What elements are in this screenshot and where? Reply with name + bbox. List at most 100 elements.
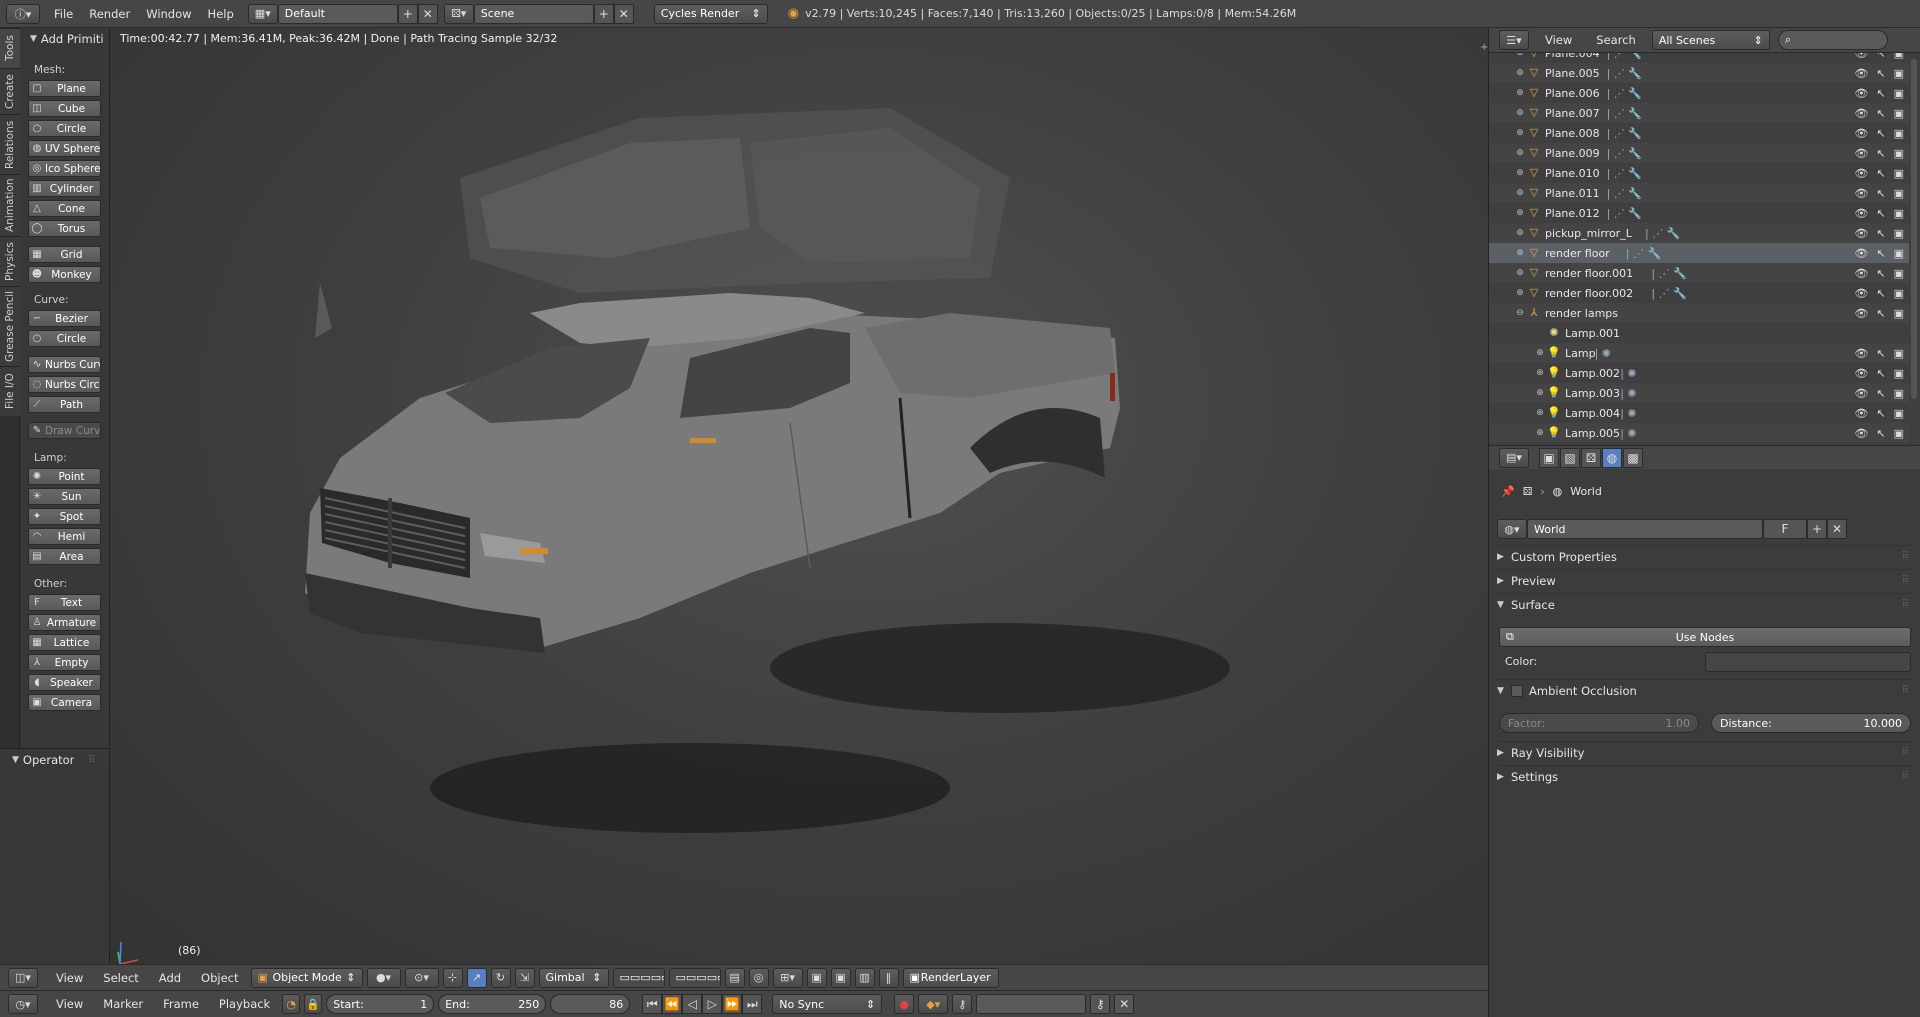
end-frame-field[interactable]: End: 250 xyxy=(438,994,547,1014)
next-keyframe-button[interactable]: ⏩ xyxy=(722,994,743,1014)
render-camera-icon[interactable]: ▣ xyxy=(1894,407,1904,420)
transform-orientation-dropdown[interactable]: Gimbal ⇕ xyxy=(538,967,609,988)
outliner-item-name[interactable]: Lamp.002 xyxy=(1565,367,1620,380)
lock-range-toggle[interactable]: 🔒 xyxy=(304,994,323,1014)
eye-icon[interactable]: 👁 xyxy=(1854,167,1868,180)
current-frame-field[interactable]: 86 xyxy=(550,994,631,1014)
outliner-item-name[interactable]: Lamp.001 xyxy=(1565,327,1620,340)
layers-grid-2[interactable]: ▭▭▭▭▭ xyxy=(668,967,721,988)
add-empty-button[interactable]: ⅄ Empty xyxy=(28,654,101,671)
world-tab[interactable]: ◍ xyxy=(1602,447,1622,468)
outliner-item-name[interactable]: Plane.007 xyxy=(1545,107,1600,120)
outliner-scrollbar[interactable] xyxy=(1911,59,1917,399)
add-cylinder-button[interactable]: ▥ Cylinder xyxy=(28,180,101,197)
expand-toggle-icon[interactable]: ⊕ xyxy=(1535,388,1545,398)
add-torus-button[interactable]: ◯ Torus xyxy=(28,220,101,237)
eye-icon[interactable]: 👁 xyxy=(1854,147,1868,160)
collapse-toggle-icon[interactable]: ⊖ xyxy=(1515,308,1525,318)
use-nodes-button[interactable]: ⧉ Use Nodes xyxy=(1499,627,1911,647)
custom-properties-panel[interactable]: ▶ Custom Properties ⠿ xyxy=(1497,545,1913,567)
render-camera-icon[interactable]: ▣ xyxy=(1894,107,1904,120)
add-path-button[interactable]: ⟋ Path xyxy=(28,396,101,413)
render-camera-icon[interactable]: ▣ xyxy=(1894,147,1904,160)
outliner-row[interactable]: ⊕ ▽ Plane.007 | ⋰ 🔧 👁 ↖ ▣ xyxy=(1489,103,1909,123)
play-reverse-button[interactable]: ◁ xyxy=(682,994,703,1014)
add-sun-lamp-button[interactable]: ☀ Sun xyxy=(28,488,101,505)
mode-dropdown[interactable]: ▣ Object Mode ⇕ xyxy=(250,967,363,988)
outliner-row[interactable]: ⊕ ▽ Plane.011 | ⋰ 🔧 👁 ↖ ▣ xyxy=(1489,183,1909,203)
tab-tools[interactable]: Tools xyxy=(0,28,20,68)
drag-grip-icon[interactable]: ⠿ xyxy=(88,755,95,766)
outliner-row[interactable]: ⊕ 💡 Lamp.005 | ✺ 👁 ↖ ▣ xyxy=(1489,423,1909,443)
select-arrow-icon[interactable]: ↖ xyxy=(1876,53,1885,60)
outliner-item-name[interactable]: Plane.005 xyxy=(1545,67,1600,80)
render-engine-dropdown[interactable]: Cycles Render ⇕ xyxy=(653,3,768,24)
mesh-data-wrench-icon[interactable]: | ⋰ 🔧 xyxy=(1607,87,1642,100)
editor-type-3d-button[interactable]: ◫▾ xyxy=(8,967,38,988)
tab-relations[interactable]: Relations xyxy=(0,114,20,174)
outliner-item-name[interactable]: Plane.008 xyxy=(1545,127,1600,140)
eye-icon[interactable]: 👁 xyxy=(1854,247,1868,260)
mesh-data-wrench-icon[interactable]: | ⋰ 🔧 xyxy=(1607,147,1642,160)
outliner-item-name[interactable]: Lamp.003 xyxy=(1565,387,1620,400)
opengl-render-button[interactable]: ▣ xyxy=(830,967,851,988)
outliner-item-name[interactable]: Plane.011 xyxy=(1545,187,1600,200)
menu-frame[interactable]: Frame xyxy=(155,997,207,1011)
expand-toggle-icon[interactable]: ⊕ xyxy=(1515,68,1525,78)
layers-grid-1[interactable]: ▭▭▭▭▭ xyxy=(612,967,665,988)
add-armature-button[interactable]: ♙ Armature xyxy=(28,614,101,631)
render-camera-icon[interactable]: ▣ xyxy=(1894,207,1904,220)
expand-toggle-icon[interactable]: ⊕ xyxy=(1515,188,1525,198)
rotate-toggle[interactable]: ↻ xyxy=(490,967,511,988)
add-speaker-button[interactable]: ◖ Speaker xyxy=(28,674,101,691)
add-ico-sphere-button[interactable]: ◎ Ico Sphere xyxy=(28,160,101,177)
preview-range-toggle[interactable]: ◔ xyxy=(282,994,301,1014)
snap-target-button[interactable]: ▣ xyxy=(806,967,827,988)
snap-element-button[interactable]: ⊞▾ xyxy=(772,967,803,988)
eye-icon[interactable]: 👁 xyxy=(1854,207,1868,220)
eye-icon[interactable]: 👁 xyxy=(1854,307,1868,320)
editor-type-timeline-button[interactable]: ◷▾ xyxy=(8,994,38,1014)
drag-grip-icon[interactable]: ⠿ xyxy=(1902,747,1909,758)
tab-animation[interactable]: Animation xyxy=(0,174,20,236)
outliner-row[interactable]: ⊖ ⅄ render lamps 👁 ↖ ▣ xyxy=(1489,303,1909,323)
outliner-search-input[interactable]: ⌕ xyxy=(1777,30,1888,50)
expand-toggle-icon[interactable]: ⊕ xyxy=(1515,228,1525,238)
menu-view[interactable]: View xyxy=(48,997,91,1011)
select-arrow-icon[interactable]: ↖ xyxy=(1876,407,1885,420)
texture-tab[interactable]: ▩ xyxy=(1623,447,1643,468)
select-arrow-icon[interactable]: ↖ xyxy=(1876,227,1885,240)
eye-icon[interactable]: 👁 xyxy=(1854,347,1868,360)
add-bezier-button[interactable]: ∽ Bezier xyxy=(28,310,101,327)
lamp-data-icon[interactable]: | ✺ xyxy=(1620,427,1636,440)
editor-type-outliner-button[interactable]: ☰▾ xyxy=(1499,30,1529,50)
outliner-menu-view[interactable]: View xyxy=(1537,33,1580,47)
add-monkey-button[interactable]: ☻ Monkey xyxy=(28,266,101,283)
layout-browse-button[interactable]: ▦▾ xyxy=(247,3,278,24)
3d-viewport[interactable]: Time:00:42.77 | Mem:36.41M, Peak:36.42M … xyxy=(110,28,1488,964)
select-arrow-icon[interactable]: ↖ xyxy=(1876,247,1885,260)
eye-icon[interactable]: 👁 xyxy=(1854,227,1868,240)
outliner-row[interactable]: ⊕ ▽ pickup_mirror_L | ⋰ 🔧 👁 ↖ ▣ xyxy=(1489,223,1909,243)
add-area-lamp-button[interactable]: ▤ Area xyxy=(28,548,101,565)
outliner-item-name[interactable]: render lamps xyxy=(1545,307,1618,320)
lamp-data-icon[interactable]: | ✺ xyxy=(1620,387,1636,400)
add-point-lamp-button[interactable]: ✺ Point xyxy=(28,468,101,485)
outliner-item-name[interactable]: render floor.001 xyxy=(1545,267,1633,280)
add-plane-button[interactable]: ▢ Plane xyxy=(28,80,101,97)
keying-mode-button[interactable]: ◆▾ xyxy=(918,994,949,1014)
viewport-shading-button[interactable]: ●▾ xyxy=(366,967,401,988)
render-camera-icon[interactable]: ▣ xyxy=(1894,387,1904,400)
expand-toggle-icon[interactable]: ⊕ xyxy=(1515,268,1525,278)
add-layout-button[interactable]: + xyxy=(397,3,418,24)
proportional-edit-button[interactable]: ◎ xyxy=(748,967,769,988)
add-text-button[interactable]: F Text xyxy=(28,594,101,611)
select-arrow-icon[interactable]: ↖ xyxy=(1876,267,1885,280)
render-camera-icon[interactable]: ▣ xyxy=(1894,347,1904,360)
render-camera-icon[interactable]: ▣ xyxy=(1894,87,1904,100)
pin-icon[interactable]: 📌 xyxy=(1501,485,1515,498)
outliner-row[interactable]: ⊕ 💡 Lamp.003 | ✺ 👁 ↖ ▣ xyxy=(1489,383,1909,403)
editor-type-properties-button[interactable]: ▤▾ xyxy=(1499,447,1529,468)
add-camera-button[interactable]: ▣ Camera xyxy=(28,694,101,711)
render-camera-icon[interactable]: ▣ xyxy=(1894,227,1904,240)
